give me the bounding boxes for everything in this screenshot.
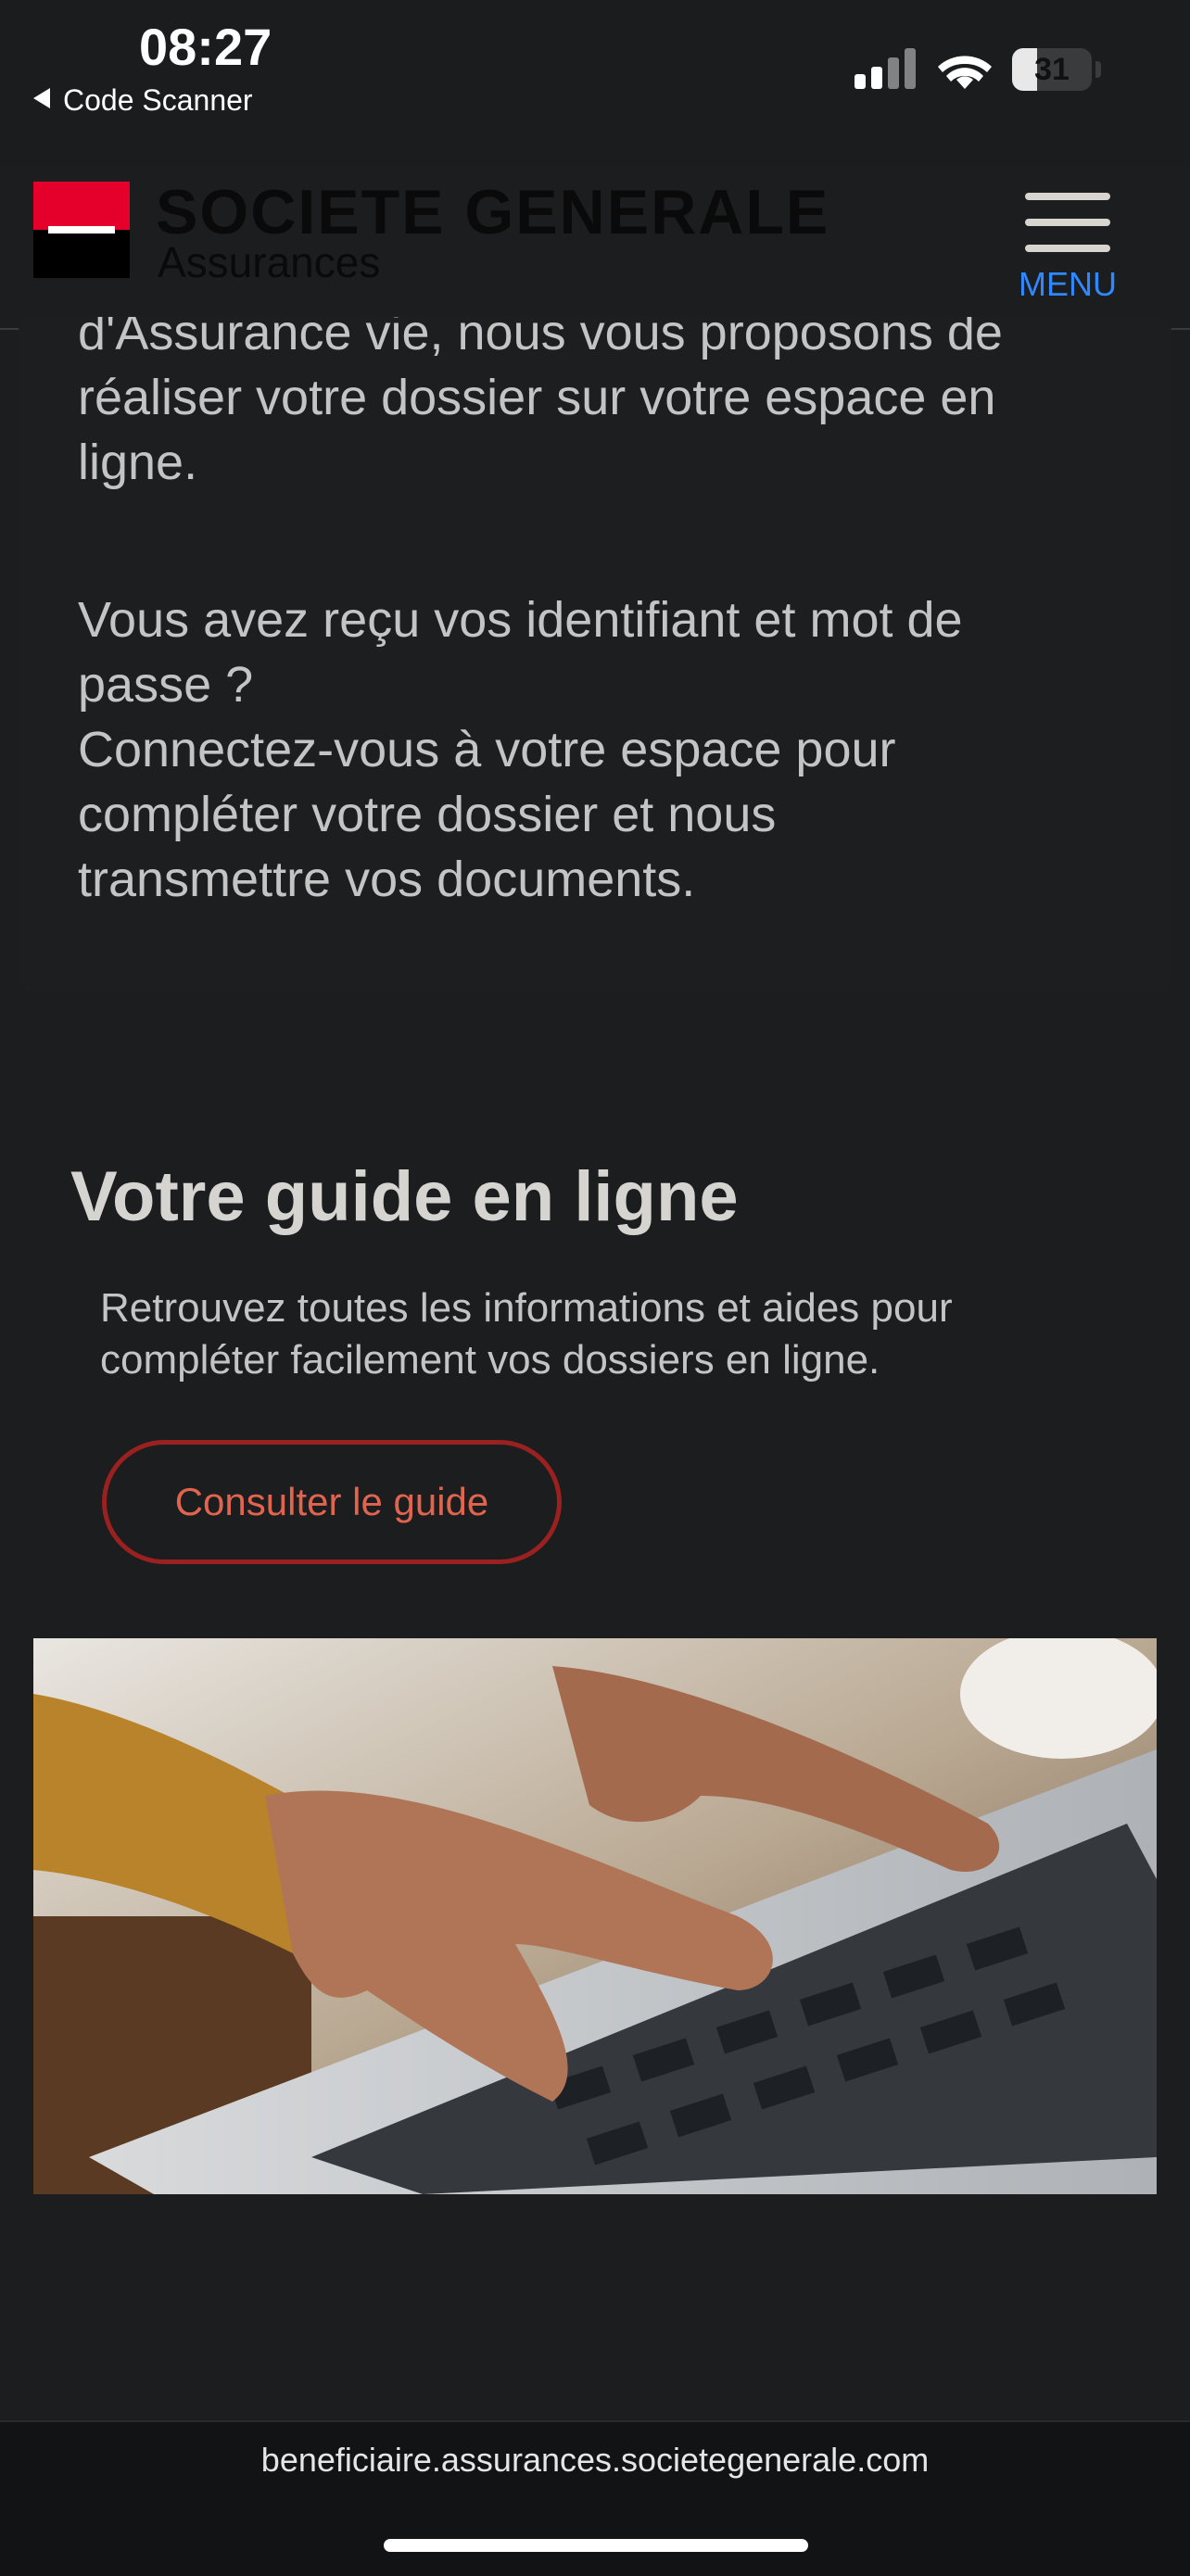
brand-subtitle[interactable]: Assurances [158, 237, 380, 287]
intro-card: d'Assurance vie, nous vous proposons de … [19, 317, 1171, 993]
battery-percent: 31 [1034, 52, 1070, 87]
battery-icon: 31 [1012, 48, 1101, 91]
guide-description-line: compléter facilement vos dossiers en lig… [100, 1337, 880, 1383]
intro-paragraph-2: Vous avez reçu vos identifiant et mot de… [78, 587, 963, 912]
wifi-icon [936, 48, 994, 91]
cellular-signal-icon [855, 48, 919, 89]
guide-description-line: Retrouvez toutes les informations et aid… [100, 1285, 953, 1331]
site-header: SOCIETE GENERALE Assurances MENU [0, 167, 1190, 330]
guide-description: Retrouvez toutes les informations et aid… [100, 1282, 1027, 1386]
intro-line: compléter votre dossier et nous [78, 787, 777, 842]
laptop-typing-photo [33, 1638, 1157, 2194]
intro-line: passe ? [78, 657, 254, 713]
intro-line: réaliser votre dossier sur votre espace … [78, 370, 996, 425]
back-app-label: Code Scanner [63, 83, 253, 117]
menu-label: MENU [1019, 265, 1117, 303]
back-arrow-icon [33, 88, 50, 108]
menu-button[interactable]: MENU [1018, 180, 1118, 303]
intro-line: ligne. [78, 435, 198, 490]
intro-line: transmettre vos documents. [78, 852, 696, 907]
guide-title: Votre guide en ligne [70, 1157, 739, 1236]
back-to-app-link[interactable]: Code Scanner [33, 83, 253, 118]
battery-tip [1095, 61, 1101, 78]
status-bar: 08:27 Code Scanner 31 [0, 0, 1190, 167]
intro-line: Connectez-vous à votre espace pour [78, 722, 896, 777]
clock: 08:27 [139, 18, 272, 76]
societe-generale-logo-icon[interactable] [33, 182, 130, 278]
hamburger-icon [1025, 193, 1110, 200]
intro-paragraph-1: d'Assurance vie, nous vous proposons de … [78, 317, 1003, 495]
url-text[interactable]: beneficiaire.assurances.societegenerale.… [0, 2441, 1190, 2480]
intro-line: d'Assurance vie, nous vous proposons de [78, 317, 1003, 360]
intro-line: Vous avez reçu vos identifiant et mot de [78, 592, 963, 648]
consult-guide-button[interactable]: Consulter le guide [102, 1440, 562, 1564]
browser-url-bar[interactable]: beneficiaire.assurances.societegenerale.… [0, 2420, 1190, 2576]
home-indicator[interactable] [384, 2539, 808, 2552]
